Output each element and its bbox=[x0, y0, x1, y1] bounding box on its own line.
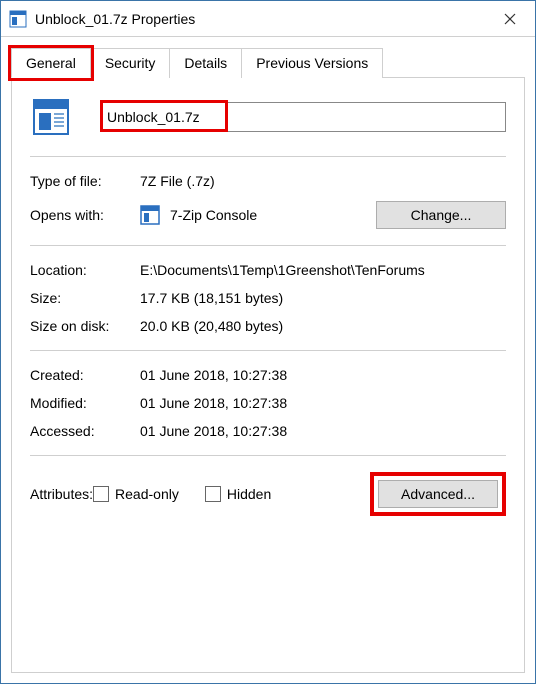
highlight-box-advanced: Advanced... bbox=[370, 472, 506, 516]
label-opens-with: Opens with: bbox=[30, 207, 140, 223]
tab-previous-versions[interactable]: Previous Versions bbox=[241, 48, 383, 78]
checkbox-box-icon bbox=[93, 486, 109, 502]
properties-window: Unblock_01.7z Properties General Securit… bbox=[0, 0, 536, 684]
opens-with-app-icon bbox=[140, 205, 160, 225]
label-type: Type of file: bbox=[30, 173, 140, 189]
checkbox-hidden[interactable]: Hidden bbox=[205, 486, 271, 502]
value-created: 01 June 2018, 10:27:38 bbox=[140, 367, 506, 383]
advanced-button[interactable]: Advanced... bbox=[378, 480, 498, 508]
app-icon bbox=[9, 10, 27, 28]
tab-strip: General Security Details Previous Versio… bbox=[11, 47, 525, 77]
label-modified: Modified: bbox=[30, 395, 140, 411]
file-type-icon bbox=[30, 96, 72, 138]
opens-with-app-name: 7-Zip Console bbox=[170, 207, 257, 223]
value-size-on-disk: 20.0 KB (20,480 bytes) bbox=[140, 318, 506, 334]
divider bbox=[30, 455, 506, 456]
label-size: Size: bbox=[30, 290, 140, 306]
value-type: 7Z File (.7z) bbox=[140, 173, 506, 189]
close-button[interactable] bbox=[485, 1, 535, 37]
divider bbox=[30, 245, 506, 246]
tab-security[interactable]: Security bbox=[90, 48, 171, 78]
checkbox-readonly-label: Read-only bbox=[115, 486, 179, 502]
label-size-on-disk: Size on disk: bbox=[30, 318, 140, 334]
tab-panel-general: Type of file: 7Z File (.7z) Opens with: … bbox=[11, 77, 525, 673]
value-accessed: 01 June 2018, 10:27:38 bbox=[140, 423, 506, 439]
change-button[interactable]: Change... bbox=[376, 201, 506, 229]
filename-input[interactable] bbox=[100, 102, 506, 132]
label-location: Location: bbox=[30, 262, 140, 278]
divider bbox=[30, 156, 506, 157]
checkbox-readonly[interactable]: Read-only bbox=[93, 486, 179, 502]
checkbox-box-icon bbox=[205, 486, 221, 502]
value-size: 17.7 KB (18,151 bytes) bbox=[140, 290, 506, 306]
titlebar: Unblock_01.7z Properties bbox=[1, 1, 535, 37]
tab-details[interactable]: Details bbox=[169, 48, 242, 78]
label-attributes: Attributes: bbox=[30, 486, 93, 502]
label-accessed: Accessed: bbox=[30, 423, 140, 439]
divider bbox=[30, 350, 506, 351]
tab-general[interactable]: General bbox=[11, 48, 91, 78]
value-location: E:\Documents\1Temp\1Greenshot\TenForums bbox=[140, 262, 506, 278]
client-area: General Security Details Previous Versio… bbox=[1, 37, 535, 683]
label-created: Created: bbox=[30, 367, 140, 383]
value-modified: 01 June 2018, 10:27:38 bbox=[140, 395, 506, 411]
window-title: Unblock_01.7z Properties bbox=[35, 11, 485, 27]
checkbox-hidden-label: Hidden bbox=[227, 486, 271, 502]
